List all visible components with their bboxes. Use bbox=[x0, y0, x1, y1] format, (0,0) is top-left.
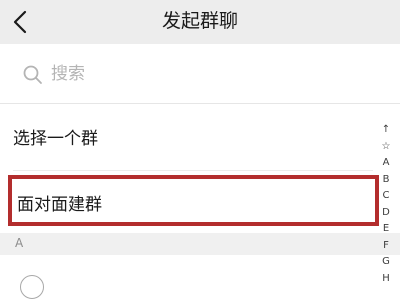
select-group-label: 选择一个群 bbox=[13, 129, 98, 149]
index-item[interactable]: C bbox=[372, 189, 400, 202]
index-item[interactable]: ☆ bbox=[372, 140, 400, 153]
index-item[interactable]: D bbox=[372, 206, 400, 219]
divider bbox=[13, 170, 373, 171]
alphabet-index-bar[interactable]: ↑ ☆ A B C D E F G H bbox=[372, 123, 400, 300]
index-item[interactable]: ↑ bbox=[372, 123, 400, 136]
search-bar[interactable] bbox=[0, 44, 400, 102]
index-item[interactable]: F bbox=[372, 239, 400, 252]
index-item[interactable]: A bbox=[372, 156, 400, 169]
select-radio[interactable] bbox=[20, 275, 44, 299]
search-input[interactable] bbox=[51, 60, 351, 88]
section-header-a: A bbox=[0, 233, 400, 255]
nav-bar: 发起群聊 bbox=[0, 0, 400, 44]
index-item[interactable]: G bbox=[372, 255, 400, 268]
section-header-label: A bbox=[15, 236, 24, 250]
select-group-item[interactable]: 选择一个群 bbox=[0, 104, 372, 168]
face-to-face-group-label: 面对面建群 bbox=[17, 195, 102, 215]
index-item[interactable]: B bbox=[372, 173, 400, 186]
search-icon bbox=[22, 64, 44, 86]
face-to-face-group-item[interactable]: 面对面建群 bbox=[8, 175, 379, 226]
index-item[interactable]: E bbox=[372, 222, 400, 235]
page-title: 发起群聊 bbox=[161, 10, 238, 32]
contact-list-item[interactable] bbox=[0, 256, 372, 300]
index-item[interactable]: H bbox=[372, 272, 400, 285]
